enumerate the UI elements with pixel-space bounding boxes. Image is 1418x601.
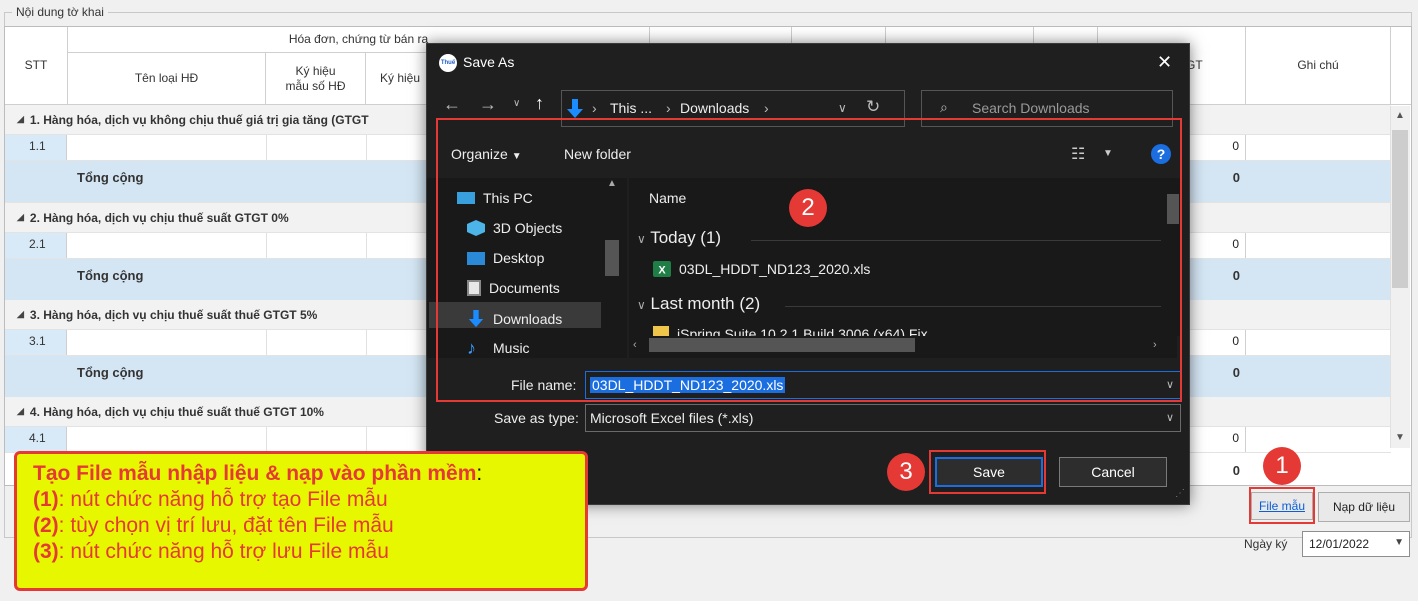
header-notes: Ghi chú	[1246, 27, 1391, 105]
total-label: Tổng cộng	[77, 365, 144, 380]
note-title: Tạo File mẫu nhập liệu & nạp vào phần mề…	[33, 462, 477, 485]
note-line-1: (1): nút chức năng hỗ trợ tạo File mẫu	[33, 487, 569, 513]
breadcrumb-separator: ›	[592, 100, 597, 116]
cell-divider	[366, 135, 367, 160]
row-value[interactable]: 0	[1185, 427, 1246, 452]
cell-divider	[266, 135, 267, 160]
note-text: : nút chức năng hỗ trợ lưu File mẫu	[58, 540, 389, 563]
address-dropdown-icon[interactable]: ∨	[838, 101, 847, 115]
sign-date-label: Ngày ký	[1244, 537, 1288, 551]
cell-divider	[366, 330, 367, 355]
annotation-badge-3: 3	[887, 453, 925, 491]
dialog-titlebar[interactable]: Thuế Save As ✕	[427, 44, 1189, 80]
save-type-dropdown-icon[interactable]: ∨	[1166, 411, 1174, 424]
group-title: Nội dung tờ khai	[12, 5, 108, 19]
cell-divider	[366, 427, 367, 452]
total-value: 0	[1232, 365, 1240, 380]
header-template-code-line1: Ký hiệu	[295, 63, 336, 78]
note-num: (1)	[33, 488, 59, 511]
section-title: 1. Hàng hóa, dịch vụ không chịu thuế giá…	[29, 112, 369, 127]
forward-arrow-icon[interactable]: →	[479, 94, 497, 115]
search-icon: ⌕	[940, 99, 948, 115]
collapse-triangle-icon[interactable]: ◢	[17, 212, 24, 223]
total-label: Tổng cộng	[77, 268, 144, 283]
row-number: 4.1	[5, 427, 67, 452]
total-value: 0	[1232, 268, 1240, 283]
collapse-triangle-icon[interactable]: ◢	[17, 406, 24, 417]
total-label: Tổng cộng	[77, 170, 144, 185]
collapse-triangle-icon[interactable]: ◢	[17, 309, 24, 320]
section-title: 2. Hàng hóa, dịch vụ chịu thuế suất GTGT…	[29, 210, 289, 225]
breadcrumb-downloads[interactable]: Downloads	[680, 100, 749, 116]
header-template-code: Ký hiệu mẫu số HĐ	[266, 53, 366, 105]
cell-divider	[266, 427, 267, 452]
header-stt: STT	[5, 27, 68, 105]
annotation-box-1	[1249, 487, 1315, 524]
up-arrow-icon[interactable]: ↑	[535, 93, 544, 114]
save-type-value: Microsoft Excel files (*.xls)	[590, 410, 754, 426]
section-title: 4. Hàng hóa, dịch vụ chịu thuế suất thuế…	[29, 404, 324, 419]
row-number: 2.1	[5, 233, 67, 258]
download-arrow-icon	[567, 99, 583, 118]
note-line-3: (3): nút chức năng hỗ trợ lưu File mẫu	[33, 539, 569, 565]
refresh-icon[interactable]: ↻	[866, 97, 880, 117]
breadcrumb-separator: ›	[764, 100, 769, 116]
breadcrumb-separator: ›	[666, 100, 671, 116]
app-icon: Thuế	[439, 54, 457, 72]
total-value: 0	[1232, 463, 1240, 478]
note-num: (2)	[33, 514, 59, 537]
row-value[interactable]: 0	[1185, 135, 1246, 160]
row-number: 1.1	[5, 135, 67, 160]
total-value: 0	[1232, 170, 1240, 185]
sign-date-value: 12/01/2022	[1309, 537, 1370, 551]
recent-chevron-icon[interactable]: ∨	[513, 98, 520, 109]
save-type-label: Save as type:	[494, 410, 579, 426]
cell-divider	[266, 233, 267, 258]
cancel-button[interactable]: Cancel	[1059, 457, 1167, 487]
grid-scroll-thumb[interactable]	[1392, 130, 1408, 288]
import-data-button[interactable]: Nạp dữ liệu	[1318, 492, 1410, 522]
chevron-down-icon[interactable]: ▼	[1394, 537, 1404, 548]
section-title: 3. Hàng hóa, dịch vụ chịu thuế suất thuế…	[29, 307, 318, 322]
save-type-select[interactable]: Microsoft Excel files (*.xls) ∨	[585, 404, 1181, 432]
row-value[interactable]: 0	[1185, 233, 1246, 258]
scroll-up-icon[interactable]: ▲	[1395, 110, 1405, 121]
header-invoice-type: Tên loại HĐ	[68, 53, 266, 105]
back-arrow-icon[interactable]: ←	[443, 94, 461, 115]
close-icon[interactable]: ✕	[1157, 52, 1172, 73]
row-number: 3.1	[5, 330, 67, 355]
resize-grip-icon[interactable]: ⋰	[1175, 488, 1185, 499]
row-value[interactable]: 0	[1185, 330, 1246, 355]
cell-divider	[266, 330, 267, 355]
sign-date-input[interactable]: 12/01/2022 ▼	[1302, 531, 1410, 557]
breadcrumb-this-pc[interactable]: This ...	[610, 100, 652, 116]
annotation-badge-2: 2	[789, 189, 827, 227]
scroll-down-icon[interactable]: ▼	[1395, 432, 1405, 443]
note-colon: :	[476, 462, 483, 485]
header-template-code-line2: mẫu số HĐ	[285, 78, 346, 93]
note-line-2: (2): tùy chọn vị trí lưu, đặt tên File m…	[33, 513, 569, 539]
header-filler	[1391, 27, 1411, 105]
note-text: : nút chức năng hỗ trợ tạo File mẫu	[58, 488, 388, 511]
note-title-line: Tạo File mẫu nhập liệu & nạp vào phần mề…	[33, 461, 569, 487]
instruction-note: Tạo File mẫu nhập liệu & nạp vào phần mề…	[14, 451, 588, 591]
dialog-title: Save As	[463, 54, 515, 70]
collapse-triangle-icon[interactable]: ◢	[17, 114, 24, 125]
cell-divider	[366, 233, 367, 258]
note-text: : tùy chọn vị trí lưu, đặt tên File mẫu	[58, 514, 394, 537]
annotation-box-2	[436, 118, 1182, 402]
annotation-badge-1: 1	[1263, 447, 1301, 485]
note-num: (3)	[33, 540, 59, 563]
annotation-box-3	[929, 450, 1046, 494]
search-placeholder: Search Downloads	[972, 100, 1090, 116]
